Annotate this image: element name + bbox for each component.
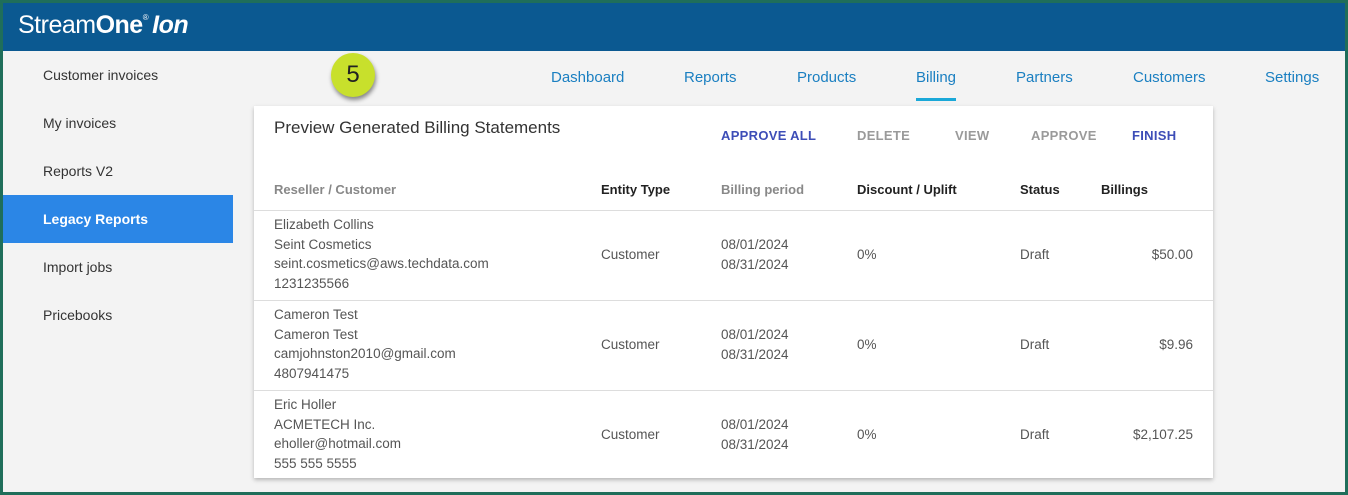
customer-name: Elizabeth Collins [274,217,374,232]
period-end: 08/31/2024 [721,346,789,362]
delete-button[interactable]: DELETE [857,128,910,143]
billing-period-cell: 08/01/2024 08/31/2024 [721,325,789,364]
nav-partners[interactable]: Partners [1016,69,1073,86]
period-start: 08/01/2024 [721,417,789,432]
customer-phone: 4807941475 [274,365,350,381]
logo-registered-mark: ® [142,12,149,22]
nav-dashboard[interactable]: Dashboard [551,69,624,86]
app-logo[interactable]: StreamOne® Ion [18,11,189,40]
column-header-billing-period[interactable]: Billing period [721,182,804,197]
table-row[interactable]: Cameron Test Cameron Test camjohnston201… [254,300,1213,390]
approve-all-button[interactable]: APPROVE ALL [721,128,816,143]
reseller-customer-cell: Eric Holler ACMETECH Inc. eholler@hotmai… [274,395,401,473]
customer-email: seint.cosmetics@aws.techdata.com [274,256,489,271]
nav-active-indicator [916,98,956,101]
column-header-status[interactable]: Status [1020,182,1060,197]
nav-customers[interactable]: Customers [1133,69,1206,86]
period-end: 08/31/2024 [721,256,789,272]
nav-settings[interactable]: Settings [1265,69,1319,86]
customer-email: eholler@hotmail.com [274,436,402,451]
reseller-customer-cell: Elizabeth Collins Seint Cosmetics seint.… [274,215,489,293]
column-header-reseller-customer[interactable]: Reseller / Customer [274,182,396,197]
logo-text-one: One [95,11,144,39]
finish-button[interactable]: FINISH [1132,128,1176,143]
nav-products[interactable]: Products [797,69,856,86]
approve-button[interactable]: APPROVE [1031,128,1097,143]
status-cell: Draft [1020,337,1050,352]
customer-company: Seint Cosmetics [274,236,372,252]
nav-billing[interactable]: Billing [916,69,956,86]
period-end: 08/31/2024 [721,436,789,452]
sidebar-item-import-jobs[interactable]: Import jobs [3,243,233,291]
sidebar: Customer invoices My invoices Reports V2… [3,51,233,339]
billings-cell: $50.00 [1151,247,1193,262]
entity-type-cell: Customer [601,427,660,442]
billings-cell: $2,107.25 [1132,427,1193,442]
sidebar-item-legacy-reports[interactable]: Legacy Reports [3,195,233,243]
entity-type-cell: Customer [601,337,660,352]
sidebar-item-pricebooks[interactable]: Pricebooks [3,291,233,339]
discount-cell: 0% [857,337,877,352]
step-number-badge: 5 [331,53,375,97]
sidebar-item-my-invoices[interactable]: My invoices [3,99,233,147]
customer-phone: 1231235566 [274,275,350,291]
reseller-customer-cell: Cameron Test Cameron Test camjohnston201… [274,305,456,383]
billings-cell: $9.96 [1159,337,1193,352]
period-start: 08/01/2024 [721,327,789,342]
customer-name: Cameron Test [274,307,358,322]
entity-type-cell: Customer [601,247,660,262]
app-window: StreamOne® Ion Customer invoices My invoi… [3,3,1345,492]
customer-company: Cameron Test [274,326,358,342]
top-bar: StreamOne® Ion [3,3,1345,51]
table-row[interactable]: Eric Holler ACMETECH Inc. eholler@hotmai… [254,390,1213,478]
billing-period-cell: 08/01/2024 08/31/2024 [721,235,789,274]
customer-email: camjohnston2010@gmail.com [274,346,456,361]
period-start: 08/01/2024 [721,237,789,252]
column-header-billings[interactable]: Billings [1101,182,1148,197]
table-row[interactable]: Elizabeth Collins Seint Cosmetics seint.… [254,210,1213,300]
status-cell: Draft [1020,427,1050,442]
billing-period-cell: 08/01/2024 08/31/2024 [721,415,789,454]
customer-name: Eric Holler [274,397,337,412]
discount-cell: 0% [857,247,877,262]
nav-reports[interactable]: Reports [684,69,737,86]
logo-text-ion: Ion [152,11,189,39]
column-header-entity-type[interactable]: Entity Type [601,182,670,197]
card-title: Preview Generated Billing Statements [274,118,561,137]
logo-text-stream: Stream [18,11,96,39]
discount-cell: 0% [857,427,877,442]
customer-company: ACMETECH Inc. [274,416,376,432]
sidebar-item-customer-invoices[interactable]: Customer invoices [3,51,233,99]
view-button[interactable]: VIEW [955,128,989,143]
column-header-discount-uplift[interactable]: Discount / Uplift [857,182,957,197]
billing-statements-card: Preview Generated Billing Statements APP… [254,106,1213,478]
customer-phone: 555 555 5555 [274,455,357,471]
status-cell: Draft [1020,247,1050,262]
sidebar-item-reports-v2[interactable]: Reports V2 [3,147,233,195]
